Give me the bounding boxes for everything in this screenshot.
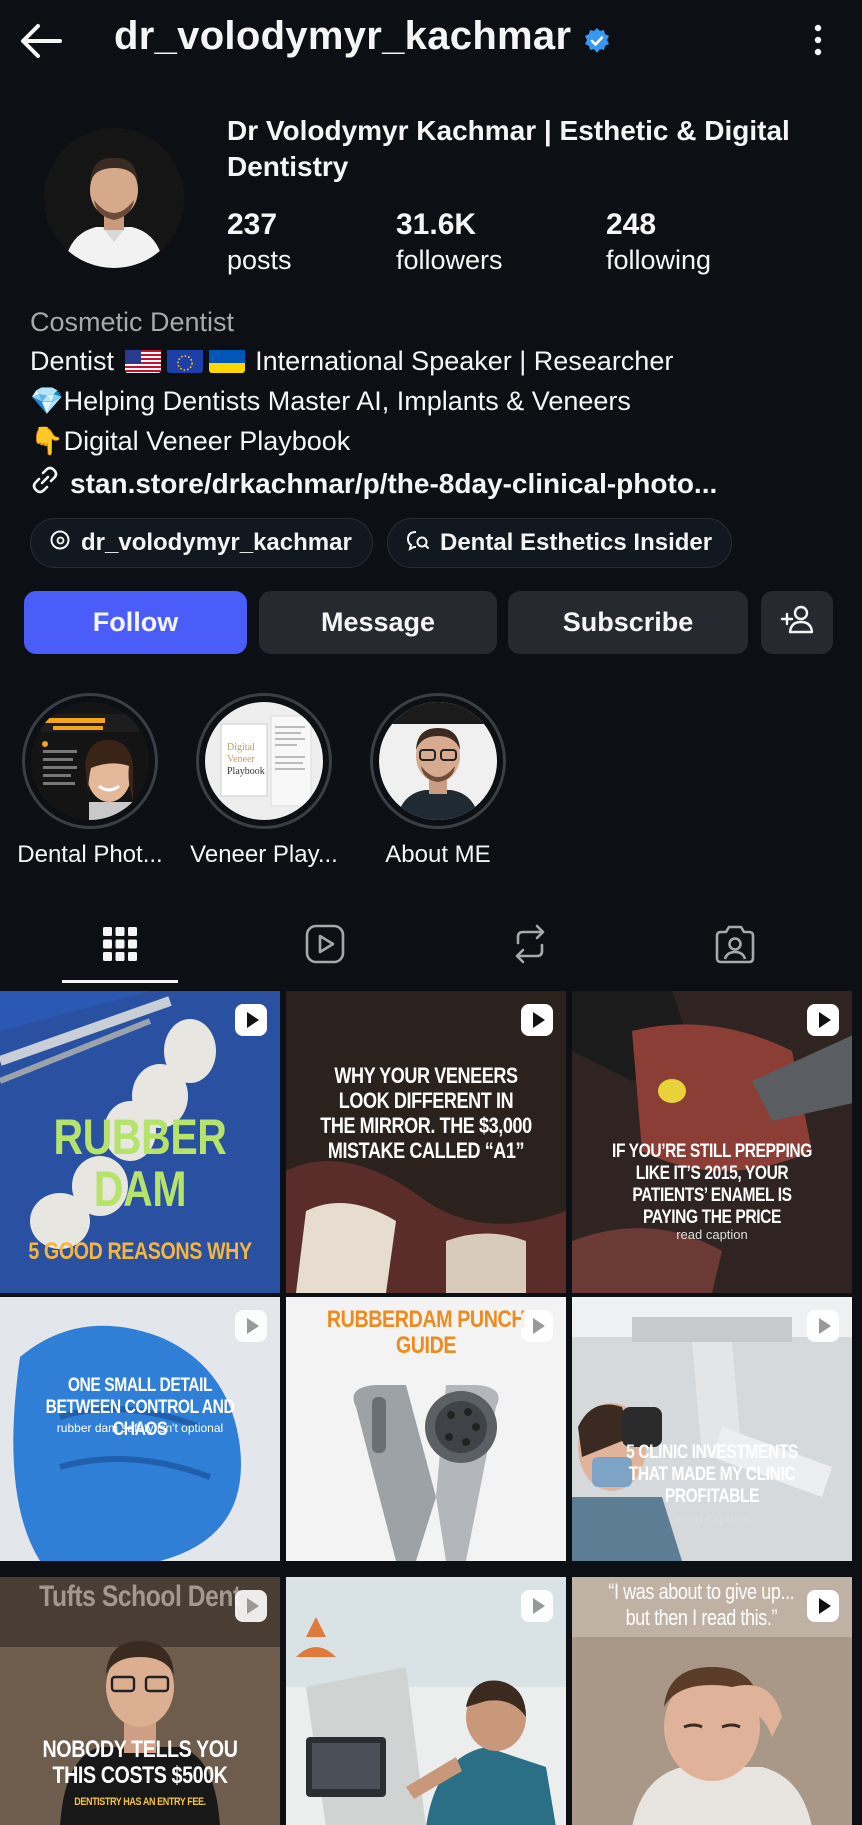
post-tile[interactable]: ONE SMALL DETAIL BETWEEN CONTROL AND CHA… [0,1297,280,1561]
follow-button[interactable]: Follow [24,591,247,654]
channel-chip[interactable]: Dental Esthetics Insider [387,518,732,568]
posts-stat[interactable]: 237 posts [227,208,292,278]
reels-icon [305,924,345,969]
post-title: “I was about to give up... but then I re… [608,1579,795,1630]
highlight-ring [22,693,158,829]
link-text: stan.store/drkachmar/p/the-8day-clinical… [70,467,718,499]
post-title: RUBBERDAM PUNCH GUIDE [326,1306,526,1359]
highlight-cover-image [379,702,497,820]
highlight-ring [370,693,506,829]
bio-line-1-prefix: Dentist [30,346,115,376]
reel-icon [806,1589,840,1623]
post-background-text: Tufts School Dent [39,1580,241,1613]
us-flag-icon [124,347,161,373]
tab-tagged[interactable] [660,905,810,987]
add-user-icon [780,604,814,641]
threads-icon [49,529,71,558]
post-caption: rubber dam safety isn't optional [56,1421,224,1435]
post-tile[interactable]: RUBBER DAM 5 GOOD REASONS WHY [0,991,280,1293]
eu-flag-icon [166,347,203,373]
reel-icon [520,1003,554,1037]
svg-text:Digital: Digital [227,742,255,753]
followers-count: 31.6K [396,208,477,241]
tagged-icon [715,924,755,969]
post-title: IF YOU’RE STILL PREPPING LIKE IT’S 2015,… [612,1141,812,1228]
more-vertical-icon[interactable] [808,20,828,60]
following-label: following [606,245,712,275]
bio-line-1: Dentist International Speaker | Research… [30,341,840,381]
followers-stat[interactable]: 31.6K followers [396,208,503,278]
tab-reposts[interactable] [455,905,605,987]
reposts-icon [510,923,550,970]
subscribe-button[interactable]: Subscribe [508,591,748,654]
link-icon [30,465,60,502]
post-tile[interactable]: RUBBERDAM PUNCH GUIDE [286,1297,566,1561]
post-tile[interactable] [286,1577,566,1825]
posts-label: posts [227,245,292,275]
post-caption: DENTISTRY HAS AN ENTRY FEE. [74,1796,206,1808]
profile-link[interactable]: stan.store/drkachmar/p/the-8day-clinical… [30,465,717,502]
post-title: WHY YOUR VENEERS LOOK DIFFERENT IN THE M… [320,1063,532,1163]
profile-avatar[interactable] [44,128,184,268]
post-tile[interactable]: WHY YOUR VENEERS LOOK DIFFERENT IN THE M… [286,991,566,1293]
back-arrow-icon[interactable] [18,20,64,62]
highlight-about-me[interactable]: About ME [368,693,508,868]
tab-grid[interactable] [45,905,195,987]
profile-full-name: Dr Volodymyr Kachmar | Esthetic & Digita… [227,115,790,182]
highlight-label: About ME [385,841,491,868]
profile-bio: Cosmetic Dentist Dentist International S… [30,303,840,461]
following-count: 248 [606,208,657,241]
svg-text:Playbook: Playbook [227,766,265,777]
post-tile[interactable]: IF YOU’RE STILL PREPPING LIKE IT’S 2015,… [572,991,852,1293]
bio-line-2: 💎Helping Dentists Master AI, Implants & … [30,386,631,416]
verified-badge-icon [583,20,611,54]
post-tile[interactable]: Tufts School Dent NOBODY TELLS YOU THIS … [0,1577,280,1825]
svg-text:Veneer: Veneer [227,754,255,765]
reel-icon [234,1003,268,1037]
highlight-cover-image: Digital Veneer Playbook [205,702,323,820]
profile-username: dr_volodymyr_kachmar [114,14,611,59]
following-stat[interactable]: 248 following [606,208,711,278]
add-user-button[interactable] [761,591,833,654]
followers-label: followers [396,245,503,275]
channel-chip-label: Dental Esthetics Insider [440,529,713,556]
tab-reels[interactable] [250,905,400,987]
highlight-dental-photo[interactable]: Dental Phot... [17,693,163,868]
reel-icon [234,1309,268,1343]
posts-count: 237 [227,208,278,241]
profile-tabs [0,905,862,987]
grid-icon [102,926,138,967]
post-subtitle: 5 GOOD REASONS WHY [28,1238,252,1265]
post-title: NOBODY TELLS YOU THIS COSTS $500K [42,1736,238,1789]
highlight-veneer-playbook[interactable]: Digital Veneer Playbook Veneer Play... [190,693,338,868]
post-caption: read caption [676,1227,748,1242]
post-tile[interactable]: 5 CLINIC INVESTMENTS THAT MADE MY CLINIC… [572,1297,852,1561]
post-tile[interactable]: “I was about to give up... but then I re… [572,1577,852,1825]
post-title: 5 CLINIC INVESTMENTS THAT MADE MY CLINIC… [626,1442,798,1507]
profile-category: Cosmetic Dentist [30,307,235,337]
active-tab-indicator [62,980,178,983]
threads-chip[interactable]: dr_volodymyr_kachmar [30,518,373,568]
reel-icon [520,1309,554,1343]
threads-chip-label: dr_volodymyr_kachmar [81,529,352,556]
channel-icon [406,529,430,558]
highlight-cover-image [31,702,149,820]
ukraine-flag-icon [208,347,245,373]
bio-line-1-suffix: International Speaker | Researcher [255,346,674,376]
post-caption: read caption [676,1511,748,1526]
reel-icon [806,1309,840,1343]
username-text: dr_volodymyr_kachmar [114,14,572,58]
reel-icon [806,1003,840,1037]
bio-line-3: 👇Digital Veneer Playbook [30,426,351,456]
highlight-ring: Digital Veneer Playbook [196,693,332,829]
top-bar: dr_volodymyr_kachmar [0,0,862,80]
message-button[interactable]: Message [259,591,497,654]
post-title: RUBBER DAM [53,1109,227,1217]
reel-icon [520,1589,554,1623]
reel-icon [234,1589,268,1623]
